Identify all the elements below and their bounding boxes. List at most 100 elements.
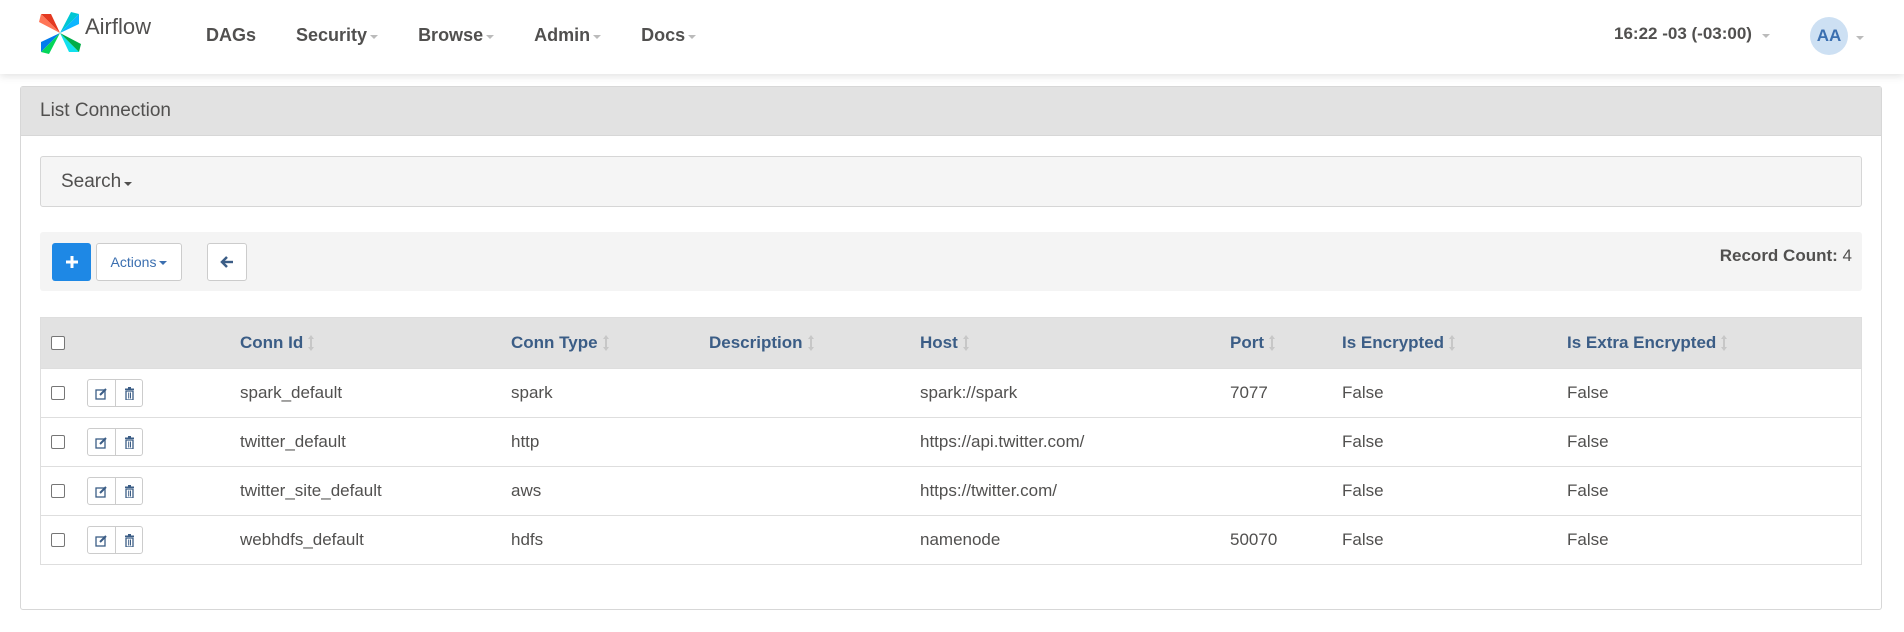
row-checkbox[interactable] — [51, 386, 65, 400]
timezone-clock[interactable]: 16:22 -03 (-03:00) — [1614, 24, 1770, 44]
sort-icon — [308, 335, 315, 351]
actions-label: Actions — [110, 254, 157, 270]
cell-conn-id: twitter_default — [240, 432, 346, 451]
nav-dags[interactable]: DAGs — [206, 25, 256, 46]
col-label: Is Encrypted — [1342, 333, 1445, 352]
table-row: spark_default spark spark://spark 7077 F… — [41, 368, 1861, 417]
record-count: Record Count: 4 — [1720, 246, 1852, 266]
clock-label: 16:22 -03 (-03:00) — [1614, 24, 1752, 43]
sort-icon — [807, 335, 814, 351]
row-select-cell — [51, 418, 65, 466]
trash-icon — [124, 533, 134, 547]
edit-icon — [95, 534, 107, 547]
cell-conn-id: webhdfs_default — [240, 530, 364, 549]
row-actions-cell — [87, 467, 143, 515]
edit-button[interactable] — [88, 478, 115, 504]
trash-icon — [124, 435, 134, 449]
chevron-down-icon — [688, 35, 697, 39]
col-header-is-encrypted[interactable]: Is Encrypted — [1342, 318, 1456, 368]
trash-icon — [124, 386, 134, 400]
table-row: twitter_default http https://api.twitter… — [41, 417, 1861, 466]
sort-icon — [1449, 335, 1456, 351]
row-select-cell — [51, 516, 65, 564]
back-button[interactable] — [207, 243, 247, 281]
col-header-conn-id[interactable]: Conn Id — [240, 318, 315, 368]
actions-dropdown-button[interactable]: Actions — [96, 243, 182, 281]
row-checkbox[interactable] — [51, 484, 65, 498]
plus-icon — [65, 256, 78, 268]
cell-host: https://twitter.com/ — [920, 481, 1057, 500]
avatar: AA — [1810, 17, 1848, 55]
col-label: Port — [1230, 333, 1264, 352]
nav-admin-label: Admin — [534, 24, 591, 45]
nav-dags-label: DAGs — [206, 24, 257, 45]
col-header-host[interactable]: Host — [920, 318, 970, 368]
col-header-conn-type[interactable]: Conn Type — [511, 318, 610, 368]
cell-conn-type: aws — [511, 481, 542, 500]
cell-port: 7077 — [1230, 383, 1268, 402]
col-header-is-extra-encrypted[interactable]: Is Extra Encrypted — [1567, 318, 1728, 368]
select-all-checkbox[interactable] — [51, 336, 65, 350]
record-count-value: 4 — [1842, 246, 1852, 265]
nav-browse-label: Browse — [418, 24, 484, 45]
record-count-label: Record Count: — [1719, 246, 1838, 265]
search-label: Search — [61, 171, 122, 192]
nav-security[interactable]: Security — [296, 25, 379, 46]
brand-link[interactable]: Airflow — [37, 10, 151, 56]
chevron-down-icon — [124, 182, 133, 186]
table-row: twitter_site_default aws https://twitter… — [41, 466, 1861, 515]
cell-is-extra-encrypted: False — [1567, 481, 1609, 500]
col-label: Conn Type — [511, 333, 598, 352]
edit-button[interactable] — [88, 429, 115, 455]
edit-icon — [95, 436, 107, 449]
col-label: Host — [920, 333, 958, 352]
chevron-down-icon — [370, 35, 379, 39]
nav-docs-label: Docs — [641, 24, 686, 45]
cell-is-extra-encrypted: False — [1567, 530, 1609, 549]
row-checkbox[interactable] — [51, 435, 65, 449]
search-panel: Search — [40, 156, 1862, 207]
airflow-logo-icon — [39, 12, 81, 54]
add-record-button[interactable] — [52, 243, 91, 281]
nav-browse[interactable]: Browse — [418, 24, 495, 46]
sort-icon — [602, 335, 609, 351]
col-header-port[interactable]: Port — [1230, 318, 1276, 368]
edit-button[interactable] — [88, 527, 115, 553]
nav-admin[interactable]: Admin — [534, 24, 602, 46]
delete-button[interactable] — [115, 429, 142, 455]
chevron-down-icon — [593, 35, 602, 39]
chevron-down-icon — [486, 35, 495, 39]
row-actions — [87, 379, 143, 407]
cell-is-encrypted: False — [1342, 530, 1384, 549]
row-actions — [87, 526, 143, 554]
cell-is-extra-encrypted: False — [1567, 432, 1609, 451]
edit-icon — [95, 387, 107, 400]
connections-table: Conn Id Conn Type Description Host Port … — [40, 317, 1862, 565]
cell-host: spark://spark — [920, 383, 1018, 402]
delete-button[interactable] — [115, 478, 142, 504]
cell-is-encrypted: False — [1342, 383, 1384, 402]
cell-host: https://api.twitter.com/ — [920, 432, 1085, 451]
search-toggle[interactable]: Search — [61, 171, 133, 193]
delete-button[interactable] — [115, 527, 142, 553]
main-nav: DAGs Security Browse Admin Docs — [206, 0, 736, 70]
row-checkbox[interactable] — [51, 533, 65, 547]
user-menu[interactable]: AA — [1810, 17, 1864, 55]
sort-icon — [1721, 335, 1728, 351]
table-header: Conn Id Conn Type Description Host Port … — [41, 318, 1861, 368]
nav-docs[interactable]: Docs — [641, 24, 697, 46]
col-header-description[interactable]: Description — [709, 318, 815, 368]
sort-icon — [962, 335, 969, 351]
edit-button[interactable] — [88, 380, 115, 406]
col-label: Description — [709, 333, 803, 352]
list-connection-panel: List Connection Search Actions Record Co… — [20, 86, 1882, 610]
navbar: Airflow DAGs Security Browse Admin Docs … — [0, 0, 1904, 74]
delete-button[interactable] — [115, 380, 142, 406]
cell-is-encrypted: False — [1342, 481, 1384, 500]
col-label: Is Extra Encrypted — [1567, 333, 1717, 352]
cell-conn-type: spark — [511, 383, 553, 402]
cell-conn-id: spark_default — [240, 383, 343, 402]
row-actions-cell — [87, 418, 143, 466]
row-select-cell — [51, 467, 65, 515]
table-row: webhdfs_default hdfs namenode 50070 Fals… — [41, 515, 1861, 564]
